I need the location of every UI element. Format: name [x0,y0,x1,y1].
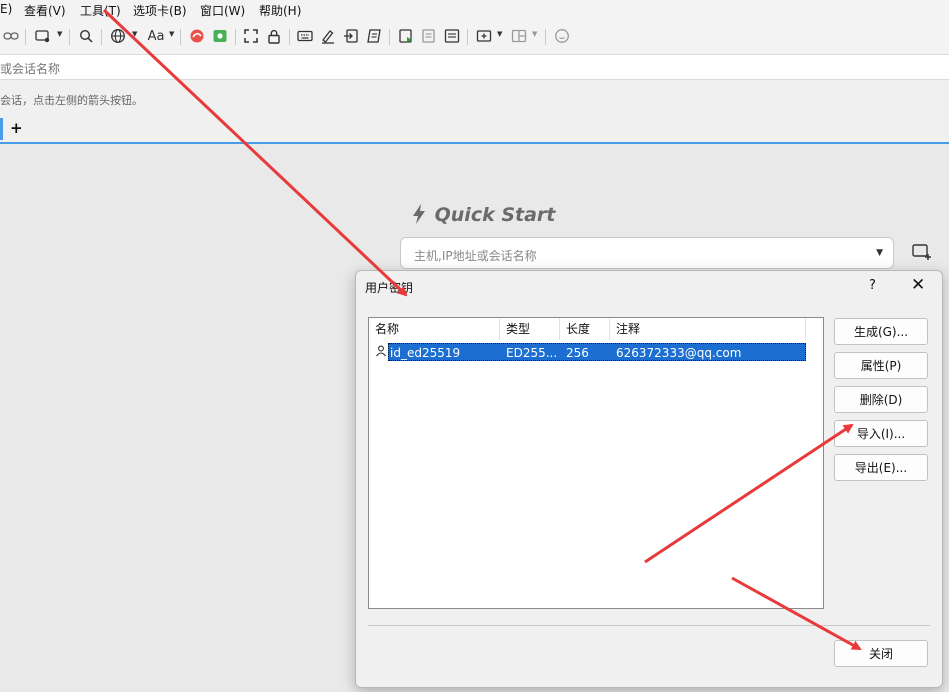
user-keys-dialog: 用户密钥 ? ✕ 名称 类型 长度 注释 id_ed25519 ED255...… [355,270,943,688]
close-button[interactable]: 关闭 [834,640,928,667]
toolbar-separator [25,29,26,45]
close-icon[interactable]: ✕ [911,275,925,295]
send-icon[interactable] [342,27,360,45]
link-icon[interactable] [2,27,20,45]
quick-start-input[interactable]: 主机,IP地址或会话名称 ▼ [400,237,894,269]
toolbar-separator [235,29,236,45]
address-bar[interactable]: 或会话名称 [0,55,949,80]
column-header-type[interactable]: 类型 [500,318,560,340]
globe-icon[interactable] [109,27,127,45]
toolbar: ▼ ▼ Aa ▼ ▼ ▼ [0,20,949,55]
log-icon[interactable] [420,27,438,45]
generate-button[interactable]: 生成(G)... [834,318,928,345]
xftp-icon[interactable] [188,27,206,45]
key-name: id_ed25519 [390,346,461,360]
menu-help[interactable]: 帮助(H) [259,2,301,19]
notes-icon[interactable] [443,27,461,45]
toolbar-separator [389,29,390,45]
menu-view[interactable]: 查看(V) [24,2,66,19]
address-placeholder: 或会话名称 [0,62,61,76]
new-session-icon[interactable] [912,243,932,261]
dialog-title: 用户密钥 [365,281,414,295]
add-tab-button[interactable]: + [10,119,23,137]
toolbar-separator [545,29,546,45]
chevron-down-icon[interactable]: ▼ [132,30,137,38]
menu-window[interactable]: 窗口(W) [200,2,245,19]
session-hint: 会话，点击左侧的箭头按钮。 [0,80,949,116]
layout-icon[interactable] [510,27,528,45]
compose-icon[interactable] [319,27,337,45]
key-comment: 626372333@qq.com [616,346,742,360]
toolbar-separator [101,29,102,45]
script-icon[interactable] [365,27,383,45]
menu-file[interactable]: E) [0,2,12,16]
key-length: 256 [566,346,589,360]
key-icon [375,345,387,360]
new-tab-icon[interactable] [475,27,493,45]
menu-tools[interactable]: 工具(T) [80,2,121,19]
chevron-down-icon[interactable]: ▼ [169,30,174,38]
chevron-down-icon[interactable]: ▼ [532,30,537,38]
toolbar-separator [467,29,468,45]
delete-button[interactable]: 删除(D) [834,386,928,413]
chevron-down-icon[interactable]: ▼ [57,30,62,38]
tab-bar: + [0,116,949,144]
new-session-icon[interactable] [34,27,52,45]
key-type: ED255... [506,346,558,360]
toolbar-separator [69,29,70,45]
export-button[interactable]: 导出(E)... [834,454,928,481]
active-tab-indicator [0,118,3,140]
menu-tabs[interactable]: 选项卡(B) [133,2,187,19]
font-icon[interactable]: Aa [145,27,167,45]
search-icon[interactable] [77,27,95,45]
fullscreen-icon[interactable] [242,27,260,45]
column-header-length[interactable]: 长度 [560,318,610,340]
hint-text: 会话，点击左侧的箭头按钮。 [0,94,143,107]
column-header-name[interactable]: 名称 [369,318,500,340]
quick-start-placeholder: 主机,IP地址或会话名称 [414,249,537,263]
properties-button[interactable]: 属性(P) [834,352,928,379]
import-button[interactable]: 导入(I)... [834,420,928,447]
chevron-down-icon[interactable]: ▼ [497,30,502,38]
chevron-down-icon[interactable]: ▼ [876,248,883,258]
quick-start-label: Quick Start [434,204,556,226]
toolbar-separator [180,29,181,45]
key-list[interactable]: 名称 类型 长度 注释 id_ed25519 ED255... 256 6263… [368,317,824,609]
lock-icon[interactable] [265,27,283,45]
dialog-divider [368,625,930,626]
help-button[interactable]: ? [869,278,876,293]
run-icon[interactable] [397,27,415,45]
toolbar-separator [289,29,290,45]
column-header-comment[interactable]: 注释 [610,318,806,340]
bolt-icon [412,204,433,226]
quick-start-title: Quick Start [412,204,555,226]
chat-icon[interactable] [553,27,571,45]
menu-bar: E) 查看(V) 工具(T) 选项卡(B) 窗口(W) 帮助(H) [0,0,949,20]
keyboard-icon[interactable] [296,27,314,45]
xshell-icon[interactable] [211,27,229,45]
